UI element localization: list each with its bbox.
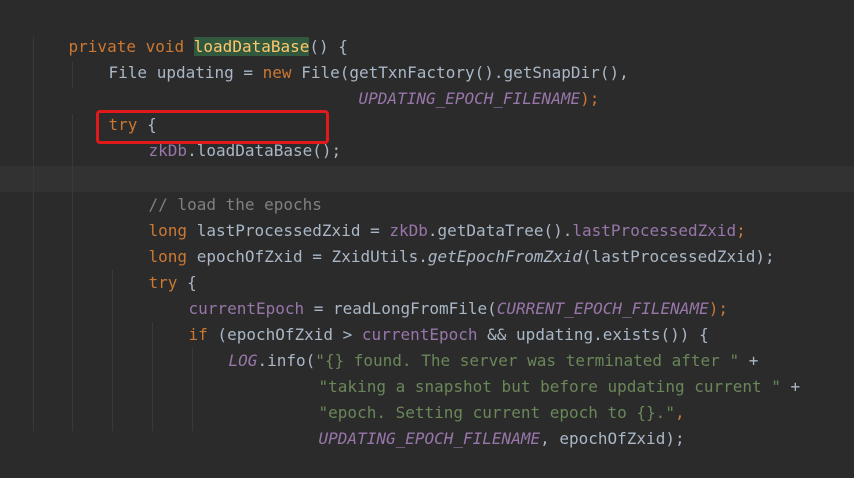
code-text: , epochOfZxid); [540, 429, 685, 448]
code-line: "epoch. Setting current epoch to {}.", [280, 374, 685, 422]
constant-updating-epoch-filename: UPDATING_EPOCH_FILENAME [358, 89, 581, 108]
code-line: "taking a snapshot but before updating c… [280, 348, 801, 396]
code-line: try { [110, 244, 197, 292]
constant-updating-epoch-filename: UPDATING_EPOCH_FILENAME [318, 429, 541, 448]
code-line: private void loadDataBase() { [30, 8, 348, 56]
code-line: LOG.info("{} found. The server was termi… [190, 322, 759, 370]
code-line: UPDATING_EPOCH_FILENAME); [320, 60, 600, 108]
code-line: File updating = new File(getTxnFactory()… [70, 34, 629, 82]
static-method-call: getEpochFromZxid [427, 247, 583, 266]
indent-guide [33, 36, 34, 431]
constant-log: LOG [228, 351, 258, 370]
keyword-new: new [262, 63, 292, 82]
red-highlight-box [96, 110, 329, 144]
code-editor[interactable]: private void loadDataBase() { File updat… [0, 0, 854, 448]
code-line: try { [70, 86, 157, 134]
code-text: epochOfZxid = ZxidUtils. [187, 247, 428, 266]
code-line: UPDATING_EPOCH_FILENAME, epochOfZxid); [280, 400, 685, 448]
code-line: currentEpoch = readLongFromFile(CURRENT_… [150, 270, 728, 318]
code-text: ); [708, 299, 728, 318]
code-text: File updating = [108, 63, 263, 82]
code-text: + [780, 377, 801, 396]
code-line: long epochOfZxid = ZxidUtils.getEpochFro… [110, 218, 775, 266]
code-text: (lastProcessedZxid); [582, 247, 775, 266]
code-line: if (epochOfZxid > currentEpoch && updati… [150, 296, 709, 344]
code-text: ); [580, 89, 600, 108]
code-line: long lastProcessedZxid = zkDb.getDataTre… [110, 192, 746, 240]
code-line: // load the epochs [110, 166, 322, 214]
